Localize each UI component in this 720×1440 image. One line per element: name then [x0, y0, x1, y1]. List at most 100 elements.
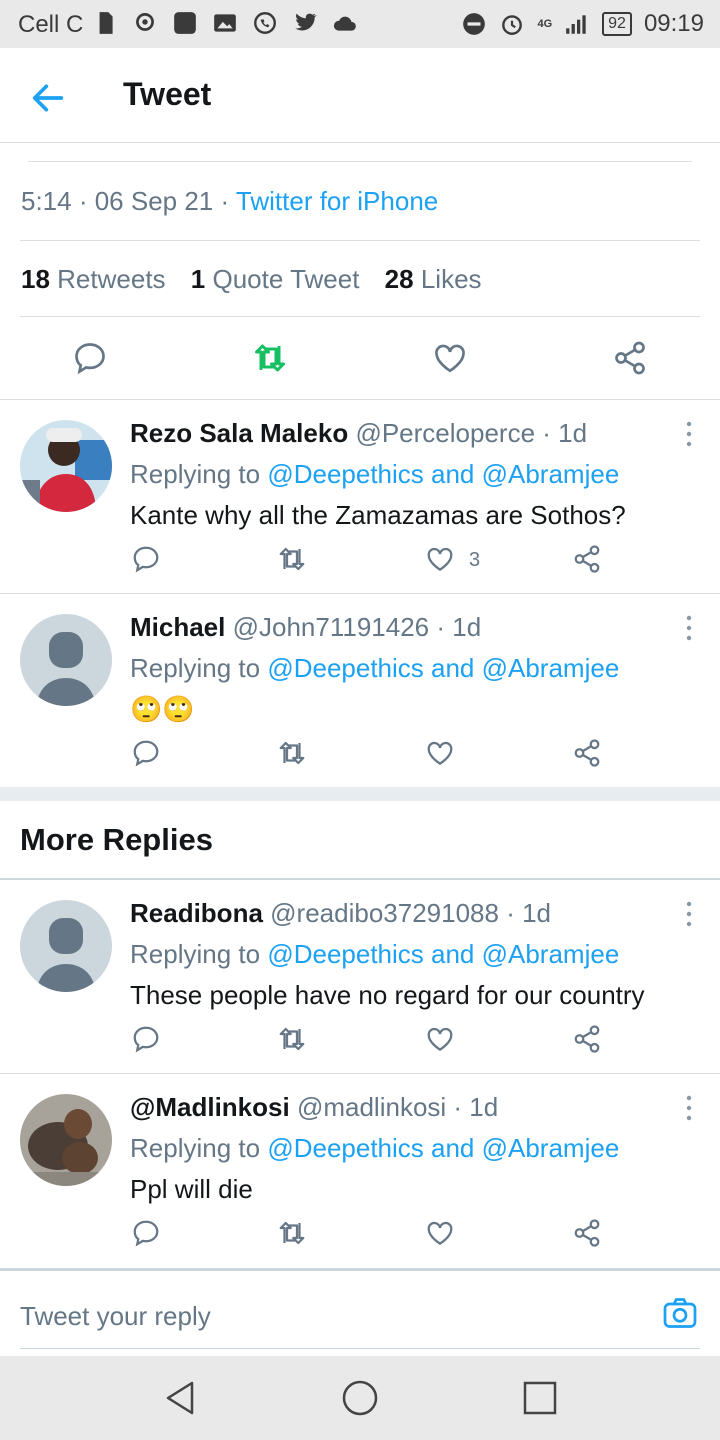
notification-icons	[92, 10, 358, 36]
retweet-icon[interactable]	[277, 544, 307, 574]
more-options-icon[interactable]	[684, 1094, 694, 1122]
more-options-icon[interactable]	[684, 420, 694, 448]
author-handle: @readibo37291088 · 1d	[270, 898, 551, 928]
author-name[interactable]: @Madlinkosi	[130, 1092, 290, 1122]
gallery-icon	[214, 14, 236, 32]
cloud-icon	[333, 16, 356, 31]
avatar[interactable]	[20, 420, 112, 512]
retweet-icon[interactable]	[252, 340, 288, 376]
replying-to: Replying to @Deepethics and @Abramjee	[130, 1133, 620, 1163]
retweet-icon[interactable]	[277, 1024, 307, 1054]
reply-content: @Madlinkosi @madlinkosi · 1d Replying to…	[130, 1092, 619, 1205]
author-handle: @John71191426 · 1d	[232, 612, 482, 642]
replying-to: Replying to @Deepethics and @Abramjee	[130, 653, 620, 683]
reply-icon[interactable]	[131, 1218, 161, 1248]
whatsapp-icon	[254, 12, 276, 34]
tweet-stats: 18 Retweets 1 Quote Tweet 28 Likes	[21, 264, 482, 295]
reply-item[interactable]: Michael @John71191426 · 1d Replying to @…	[0, 594, 720, 787]
user-photo	[20, 1094, 112, 1186]
input-underline	[20, 1348, 700, 1349]
heart-icon[interactable]	[425, 1024, 455, 1054]
divider	[20, 240, 700, 241]
reply-content: Readibona @readibo37291088 · 1d Replying…	[130, 898, 645, 1011]
avatar[interactable]	[20, 900, 112, 992]
replying-to-link[interactable]: @Deepethics and @Abramjee	[267, 459, 619, 489]
reply-item[interactable]: Rezo Sala Maleko @Perceloperce · 1d Repl…	[0, 400, 720, 594]
tweet-actions	[0, 318, 720, 398]
avatar[interactable]	[20, 1094, 112, 1186]
reply-icon[interactable]	[131, 1024, 161, 1054]
quotes-stat[interactable]: 1 Quote Tweet	[191, 264, 360, 294]
page-title: Tweet	[123, 76, 212, 112]
reply-text: Ppl will die	[130, 1174, 253, 1204]
reply-item[interactable]: @Madlinkosi @madlinkosi · 1d Replying to…	[0, 1074, 720, 1267]
home-circle-icon[interactable]	[340, 1378, 380, 1418]
reply-input[interactable]: Tweet your reply	[20, 1301, 211, 1332]
replying-to-link[interactable]: @Deepethics and @Abramjee	[267, 1133, 619, 1163]
retweets-stat[interactable]: 18 Retweets	[21, 264, 166, 294]
reply-icon[interactable]	[72, 340, 108, 376]
alarm-icon	[502, 15, 523, 35]
likes-stat[interactable]: 28 Likes	[385, 264, 482, 294]
user-photo	[20, 420, 112, 512]
reply-composer: Tweet your reply	[0, 1268, 720, 1359]
divider	[28, 161, 692, 162]
more-replies-heading: More Replies	[20, 822, 213, 857]
network-type-label: 4G	[537, 17, 553, 30]
share-icon[interactable]	[572, 738, 602, 768]
heart-icon[interactable]	[425, 1218, 455, 1248]
recents-square-icon[interactable]	[520, 1378, 560, 1418]
divider	[20, 316, 700, 317]
more-options-icon[interactable]	[684, 900, 694, 928]
reply-item[interactable]: Readibona @readibo37291088 · 1d Replying…	[0, 880, 720, 1074]
heart-icon[interactable]	[425, 544, 455, 574]
system-status: 4G 92 09:19	[461, 10, 704, 38]
tweet-meta: 5:14 · 06 Sep 21 · Twitter for iPhone	[21, 186, 439, 216]
tweet-date: 06 Sep 21	[94, 186, 214, 216]
replying-to: Replying to @Deepethics and @Abramjee	[130, 459, 620, 489]
reply-text: Kante why all the Zamazamas are Sothos?	[130, 500, 626, 530]
share-icon[interactable]	[572, 1218, 602, 1248]
retweet-icon[interactable]	[277, 738, 307, 768]
reply-text: 🙄🙄	[130, 694, 195, 724]
reply-icon[interactable]	[131, 544, 161, 574]
author-name[interactable]: Readibona	[130, 898, 263, 928]
author-handle: @madlinkosi · 1d	[296, 1092, 499, 1122]
clock: 09:19	[643, 10, 704, 37]
avatar[interactable]	[20, 614, 112, 706]
default-avatar-icon	[20, 900, 112, 992]
like-count: 3	[469, 549, 481, 571]
retweet-icon[interactable]	[277, 1218, 307, 1248]
section-separator	[0, 787, 720, 801]
author-name[interactable]: Rezo Sala Maleko	[130, 418, 348, 448]
replying-to-link[interactable]: @Deepethics and @Abramjee	[267, 653, 619, 683]
back-triangle-icon[interactable]	[160, 1378, 200, 1418]
camera-icon[interactable]	[662, 1295, 698, 1331]
author-name[interactable]: Michael	[130, 612, 225, 642]
more-options-icon[interactable]	[684, 614, 694, 642]
arrow-left-icon[interactable]	[28, 78, 68, 118]
heart-icon[interactable]	[425, 738, 455, 768]
share-icon[interactable]	[572, 544, 602, 574]
location-icon	[136, 12, 154, 31]
app-header: Tweet	[0, 48, 720, 143]
do-not-disturb-icon	[463, 13, 486, 35]
share-icon[interactable]	[612, 340, 648, 376]
app-icon	[174, 12, 196, 34]
signal-icon	[566, 15, 586, 34]
default-avatar-icon	[20, 614, 112, 706]
replying-to-link[interactable]: @Deepethics and @Abramjee	[267, 939, 619, 969]
reply-text: These people have no regard for our coun…	[130, 980, 645, 1010]
system-navigation-bar	[0, 1356, 720, 1440]
reply-icon[interactable]	[131, 738, 161, 768]
tweet-source-link[interactable]: Twitter for iPhone	[236, 186, 438, 216]
status-bar: Cell C 4G 92 09:19	[0, 0, 720, 48]
heart-icon[interactable]	[432, 340, 468, 376]
tweet-time: 5:14	[21, 186, 72, 216]
carrier-label: Cell C	[18, 11, 84, 38]
reply-content: Rezo Sala Maleko @Perceloperce · 1d Repl…	[130, 418, 626, 531]
twitter-icon	[295, 13, 317, 31]
battery-indicator: 92	[602, 12, 632, 36]
share-icon[interactable]	[572, 1024, 602, 1054]
author-handle: @Perceloperce · 1d	[355, 418, 588, 448]
